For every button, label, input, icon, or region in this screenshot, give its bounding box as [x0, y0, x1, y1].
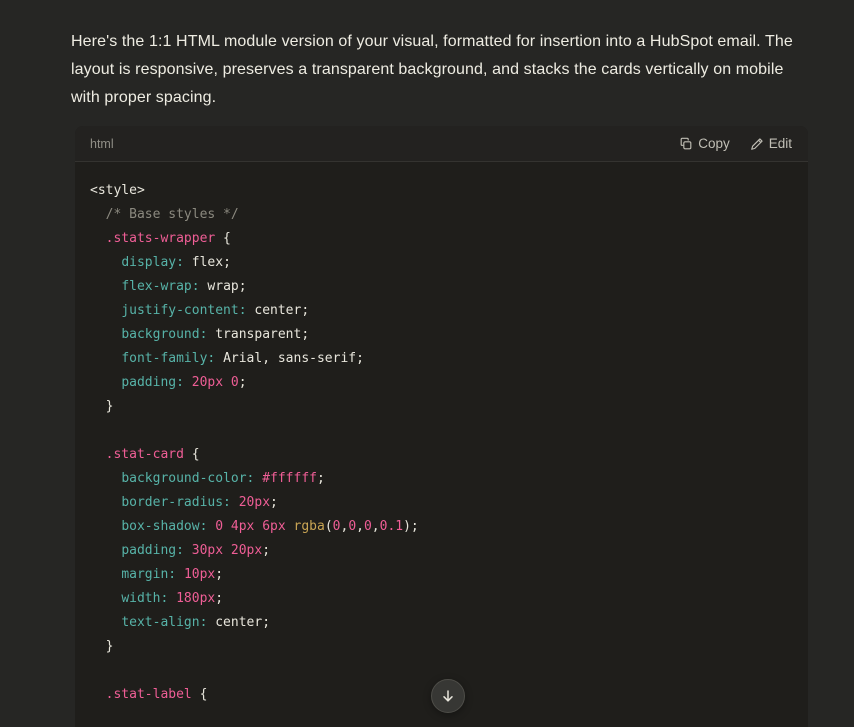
code-language-label: html: [90, 137, 114, 151]
copy-button[interactable]: Copy: [679, 136, 730, 151]
pencil-icon: [750, 137, 764, 151]
copy-button-label: Copy: [698, 136, 730, 151]
code-line: box-shadow: 0 4px 6px rgba(0,0,0,0.1);: [90, 515, 793, 539]
code-line: background: transparent;: [90, 323, 793, 347]
code-line: }: [90, 395, 793, 419]
code-line: /* Base styles */: [90, 203, 793, 227]
down-arrow-icon: [440, 688, 456, 704]
code-line: padding: 20px 0;: [90, 371, 793, 395]
edit-button[interactable]: Edit: [750, 136, 792, 151]
copy-icon: [679, 137, 693, 151]
code-line: }: [90, 635, 793, 659]
scroll-to-bottom-button[interactable]: [431, 679, 465, 713]
code-line: text-align: center;: [90, 611, 793, 635]
code-line: justify-content: center;: [90, 299, 793, 323]
code-line: padding: 30px 20px;: [90, 539, 793, 563]
code-block: html Copy: [75, 126, 808, 727]
code-line: [90, 419, 793, 443]
assistant-message: Here's the 1:1 HTML module version of yo…: [0, 28, 854, 727]
code-content: <style> /* Base styles */ .stats-wrapper…: [75, 162, 808, 727]
code-actions: Copy Edit: [679, 136, 792, 151]
code-line: border-radius: 20px;: [90, 491, 793, 515]
code-line: .stats-wrapper {: [90, 227, 793, 251]
code-line: background-color: #ffffff;: [90, 467, 793, 491]
code-line: .stat-card {: [90, 443, 793, 467]
code-line: <style>: [90, 179, 793, 203]
code-line: font-family: Arial, sans-serif;: [90, 347, 793, 371]
code-line: flex-wrap: wrap;: [90, 275, 793, 299]
code-line: margin: 10px;: [90, 563, 793, 587]
assistant-message-text: Here's the 1:1 HTML module version of yo…: [71, 28, 813, 112]
code-line: display: flex;: [90, 251, 793, 275]
code-block-header: html Copy: [75, 126, 808, 162]
code-line: width: 180px;: [90, 587, 793, 611]
edit-button-label: Edit: [769, 136, 792, 151]
